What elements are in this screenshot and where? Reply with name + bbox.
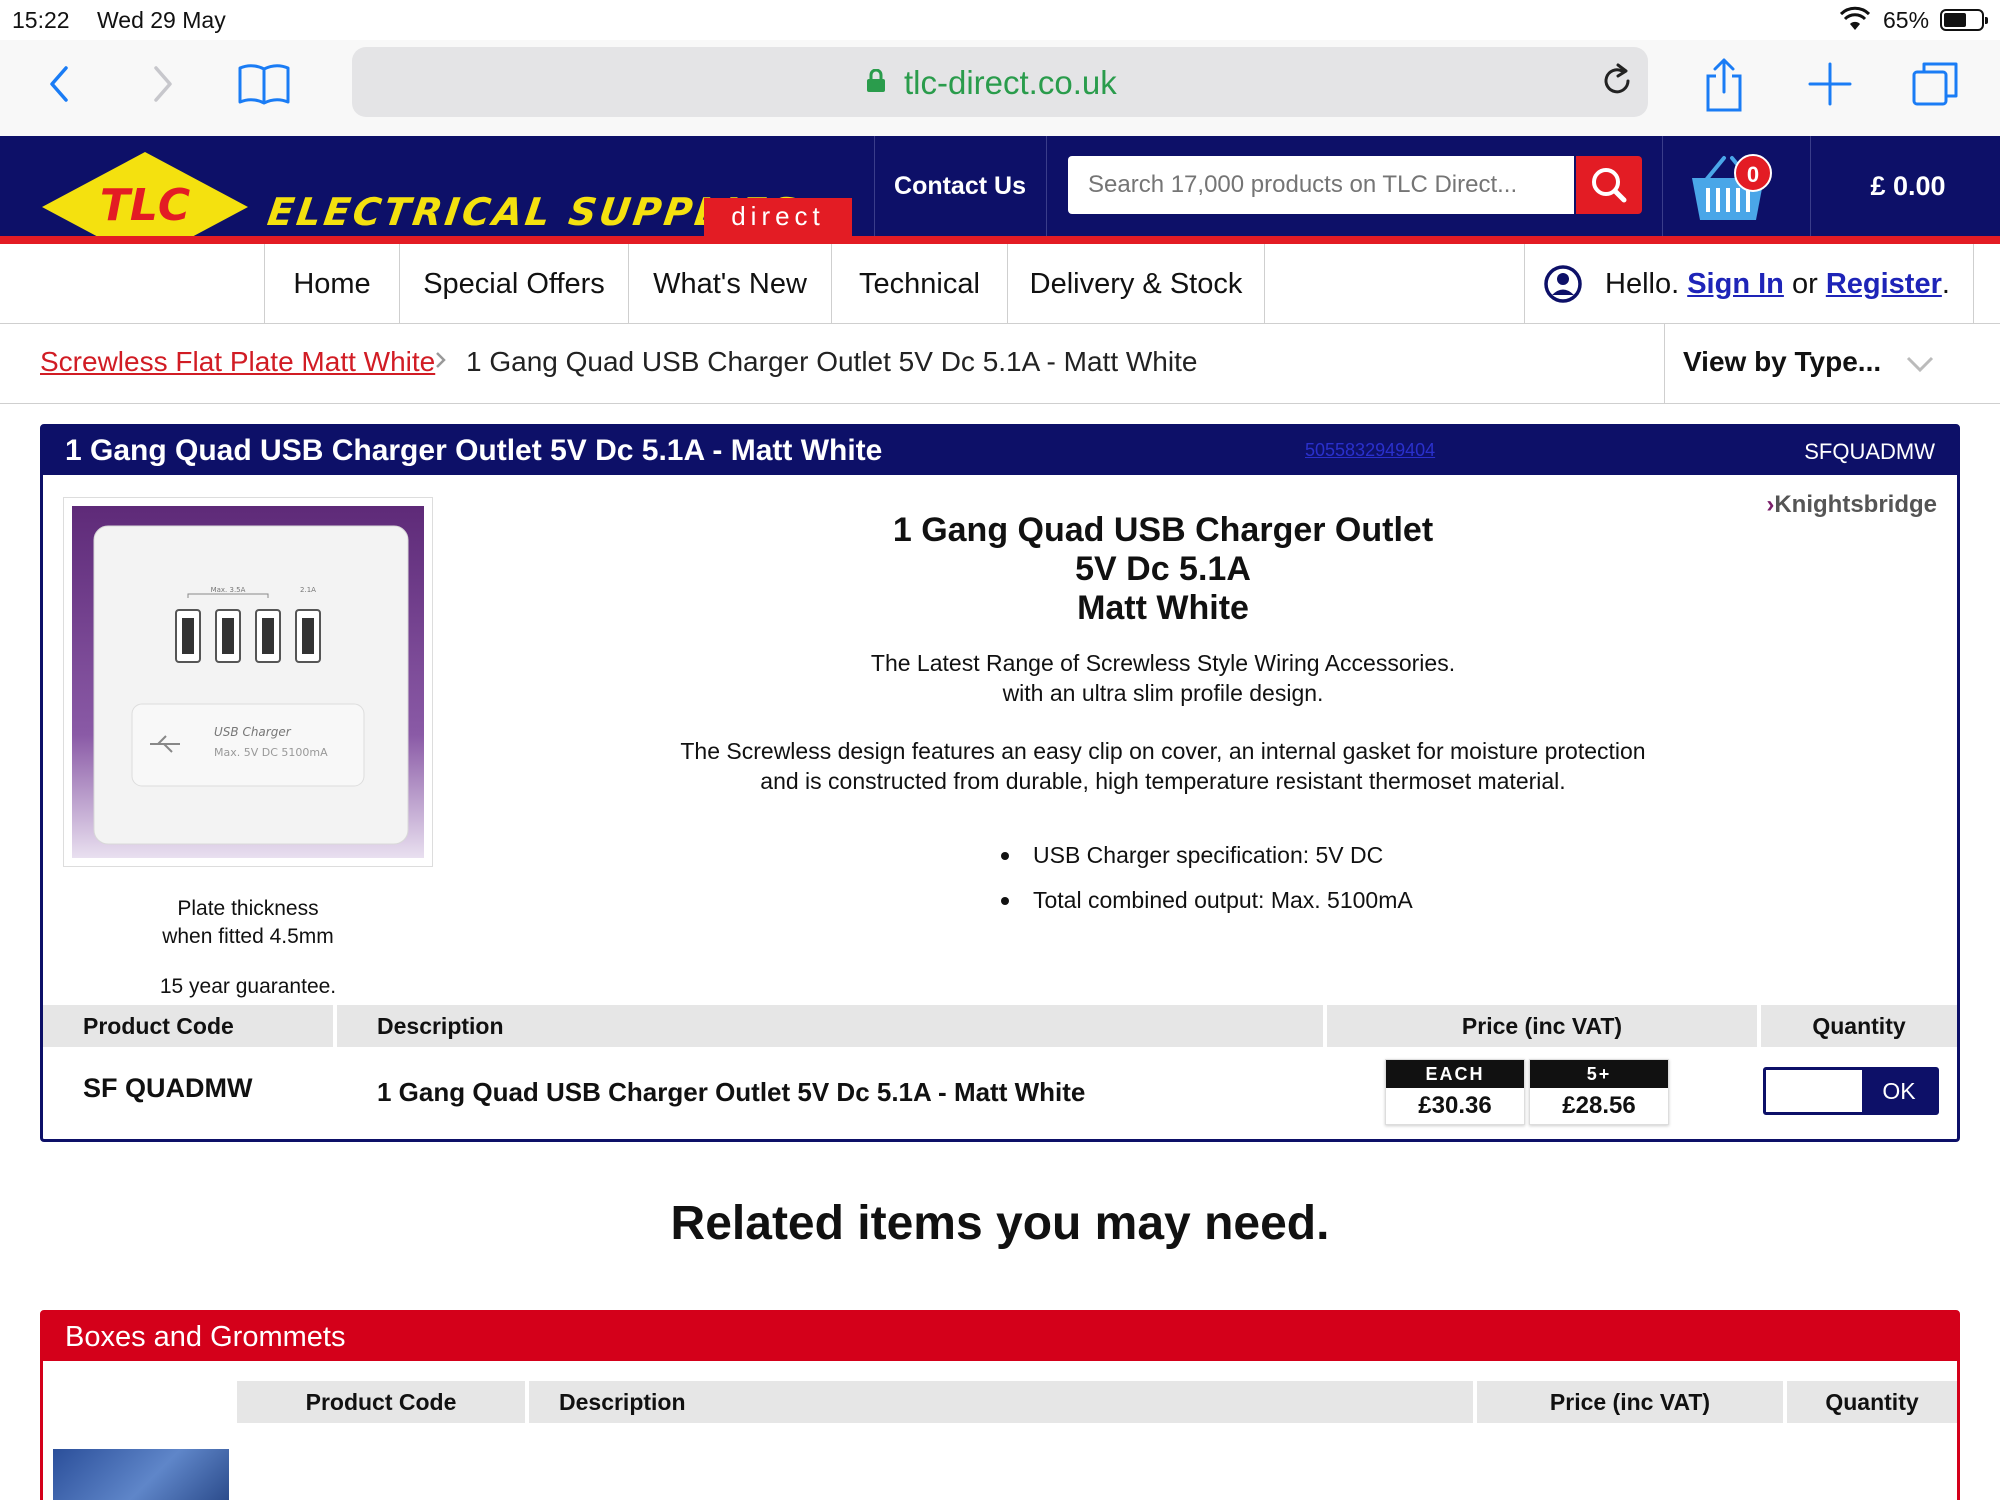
related-section-title: Boxes and Grommets bbox=[65, 1321, 346, 1353]
user-icon[interactable] bbox=[1543, 264, 1583, 304]
usb-socket-image: Max. 3.5A 2.1A USB Charger Max. 5V DC 51… bbox=[72, 506, 424, 858]
spec-list: USB Charger specification: 5V DC Total c… bbox=[1001, 833, 1413, 923]
view-by-type-dropdown[interactable]: View by Type... bbox=[1664, 324, 2000, 404]
table-header: Product Code Description Price (inc VAT)… bbox=[43, 1005, 1957, 1047]
product-title: 1 Gang Quad USB Charger Outlet 5V Dc 5.1… bbox=[65, 434, 883, 467]
price-each: £30.36 bbox=[1418, 1092, 1492, 1119]
search-input[interactable] bbox=[1068, 156, 1574, 214]
column-header: Price (inc VAT) bbox=[1477, 1381, 1783, 1423]
svg-text:USB Charger: USB Charger bbox=[214, 725, 292, 739]
forward-icon[interactable] bbox=[132, 54, 192, 114]
breadcrumb-parent-link[interactable]: Screwless Flat Plate Matt White bbox=[40, 346, 435, 378]
search-button[interactable] bbox=[1576, 156, 1642, 214]
account-area: Hello. Sign In or Register. bbox=[1524, 244, 1974, 324]
list-item: USB Charger specification: 5V DC bbox=[1001, 833, 1413, 878]
related-section-boxes: Boxes and Grommets Product Code Descript… bbox=[40, 1310, 1960, 1500]
address-bar[interactable]: tlc-direct.co.uk bbox=[352, 47, 1648, 117]
cart-total[interactable]: £ 0.00 bbox=[1840, 136, 1976, 236]
nav-technical[interactable]: Technical bbox=[831, 244, 1007, 324]
url-text: tlc-direct.co.uk bbox=[904, 64, 1117, 101]
table-row: SF QUADMW 1 Gang Quad USB Charger Outlet… bbox=[43, 1047, 1957, 1139]
column-header: Quantity bbox=[1787, 1381, 1957, 1423]
basket-count-badge: 0 bbox=[1734, 154, 1772, 192]
register-link[interactable]: Register bbox=[1826, 268, 1942, 300]
brand-suffix: direct bbox=[704, 198, 852, 236]
main-nav: Home Special Offers What's New Technical… bbox=[0, 244, 2000, 324]
product-image[interactable]: Max. 3.5A 2.1A USB Charger Max. 5V DC 51… bbox=[63, 497, 433, 867]
product-panel: 1 Gang Quad USB Charger Outlet 5V Dc 5.1… bbox=[40, 424, 1960, 1142]
column-header: Product Code bbox=[43, 1005, 333, 1047]
status-time: 15:22 bbox=[12, 7, 70, 33]
header-divider bbox=[1662, 136, 1663, 236]
header-divider bbox=[1046, 136, 1047, 236]
contact-us-link[interactable]: Contact Us bbox=[874, 136, 1046, 236]
chevron-down-icon bbox=[1906, 356, 1934, 373]
new-tab-icon[interactable] bbox=[1800, 54, 1860, 114]
tabs-icon[interactable] bbox=[1906, 54, 1966, 114]
breadcrumb-current: 1 Gang Quad USB Charger Outlet 5V Dc 5.1… bbox=[466, 346, 1198, 377]
status-bar: 15:22 Wed 29 May 65% bbox=[0, 0, 2000, 40]
ean-link[interactable]: 5055832949404 bbox=[1305, 440, 1435, 461]
product-description: 1 Gang Quad USB Charger Outlet 5V Dc 5.1… bbox=[463, 511, 1863, 796]
lock-icon bbox=[867, 69, 885, 92]
header-accent-line bbox=[0, 236, 2000, 244]
battery-icon bbox=[1940, 9, 1988, 31]
site-header: TLC ELECTRICAL SUPPLIES direct Contact U… bbox=[0, 136, 2000, 262]
row-product-code: SF QUADMW bbox=[83, 1073, 253, 1103]
nav-whats-new[interactable]: What's New bbox=[628, 244, 831, 324]
column-header: Description bbox=[529, 1381, 1473, 1423]
sign-in-link[interactable]: Sign In bbox=[1687, 268, 1784, 300]
column-header: Product Code bbox=[237, 1381, 525, 1423]
view-by-type-label: View by Type... bbox=[1683, 346, 1882, 377]
back-icon[interactable] bbox=[30, 54, 90, 114]
plate-thickness-caption: Plate thickness when fitted 4.5mm bbox=[162, 897, 334, 948]
description-paragraph: The Latest Range of Screwless Style Wiri… bbox=[870, 650, 1456, 706]
account-greeting: Hello. Sign In or Register. bbox=[1605, 268, 1950, 300]
status-date: Wed 29 May bbox=[97, 7, 226, 33]
quantity-input[interactable] bbox=[1766, 1070, 1862, 1112]
quantity-control: OK bbox=[1763, 1067, 1939, 1115]
description-paragraph: The Screwless design features an easy cl… bbox=[680, 738, 1646, 794]
price-each-box: EACH £30.36 bbox=[1385, 1059, 1525, 1125]
related-product-thumbnail[interactable] bbox=[53, 1449, 229, 1500]
svg-text:2.1A: 2.1A bbox=[300, 586, 316, 594]
share-icon[interactable] bbox=[1694, 54, 1754, 114]
column-header: Quantity bbox=[1761, 1005, 1957, 1047]
svg-text:TLC: TLC bbox=[100, 180, 190, 231]
nav-home[interactable]: Home bbox=[264, 244, 399, 324]
product-panel-header: 1 Gang Quad USB Charger Outlet 5V Dc 5.1… bbox=[43, 427, 1957, 475]
reload-icon[interactable] bbox=[1598, 61, 1638, 101]
table-header: Product Code Description Price (inc VAT)… bbox=[43, 1381, 1957, 1423]
breadcrumb: Screwless Flat Plate Matt White 1 Gang Q… bbox=[0, 324, 2000, 404]
search-icon bbox=[1592, 168, 1627, 203]
column-header: Price (inc VAT) bbox=[1327, 1005, 1757, 1047]
list-item: Total combined output: Max. 5100mA bbox=[1001, 878, 1413, 923]
browser-toolbar: tlc-direct.co.uk bbox=[0, 40, 2000, 136]
chevron-right-icon bbox=[436, 352, 446, 368]
column-header: Description bbox=[337, 1005, 1323, 1047]
battery-percent: 65% bbox=[1883, 7, 1930, 33]
product-code-header: SFQUADMW bbox=[1804, 439, 1935, 464]
add-to-basket-ok-button[interactable]: OK bbox=[1862, 1070, 1936, 1112]
bookmarks-icon[interactable] bbox=[234, 54, 294, 114]
svg-text:Max. 3.5A: Max. 3.5A bbox=[211, 586, 246, 594]
wifi-icon bbox=[1840, 6, 1870, 30]
related-heading: Related items you may need. bbox=[670, 1197, 1330, 1250]
price-bulk: £28.56 bbox=[1562, 1092, 1636, 1119]
guarantee-text: 15 year guarantee. bbox=[159, 975, 337, 998]
row-description: 1 Gang Quad USB Charger Outlet 5V Dc 5.1… bbox=[377, 1077, 1086, 1107]
price-bulk-box: 5+ £28.56 bbox=[1529, 1059, 1669, 1125]
nav-delivery-stock[interactable]: Delivery & Stock bbox=[1007, 244, 1265, 324]
header-divider bbox=[1810, 136, 1811, 236]
product-heading: 1 Gang Quad USB Charger Outlet 5V Dc 5.1… bbox=[892, 511, 1434, 627]
svg-text:Max. 5V DC 5100mA: Max. 5V DC 5100mA bbox=[214, 746, 328, 759]
related-section-header: Boxes and Grommets bbox=[43, 1313, 1957, 1361]
nav-special-offers[interactable]: Special Offers bbox=[399, 244, 628, 324]
